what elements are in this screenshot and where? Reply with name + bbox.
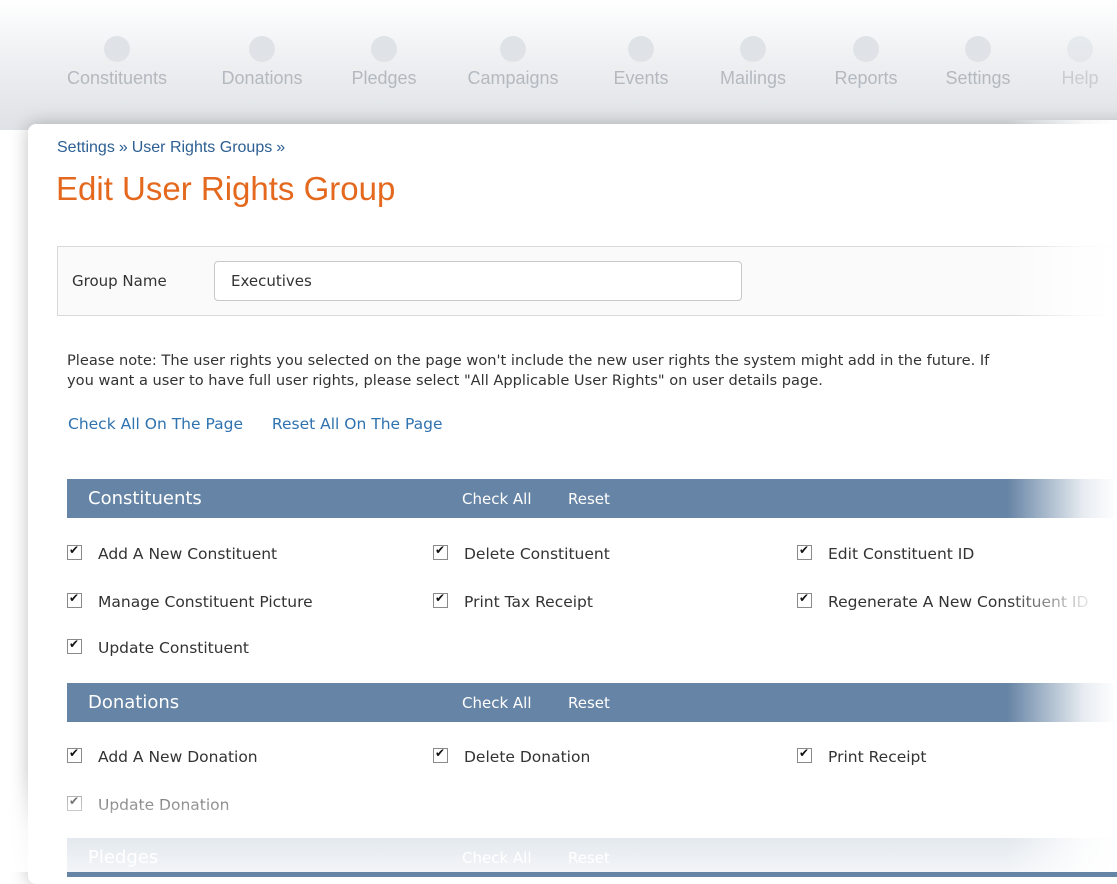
right-delete-donation[interactable]: Delete Donation <box>433 746 591 766</box>
nav-label: Campaigns <box>467 68 559 88</box>
section-header-donations: Donations Check All Reset <box>67 683 1117 722</box>
section-reset-link[interactable]: Reset <box>568 694 610 712</box>
help-icon <box>1067 36 1093 62</box>
nav-item-events[interactable]: Events <box>608 36 674 106</box>
note-line-1: Please note: The user rights you selecte… <box>67 352 990 369</box>
checkbox[interactable] <box>797 746 812 763</box>
right-label: Add A New Donation <box>98 748 258 766</box>
checkbox[interactable] <box>433 746 448 763</box>
right-label: Add A New Constituent <box>98 545 278 563</box>
pledge-icon <box>371 36 397 62</box>
breadcrumb: Settings» User Rights Groups» <box>57 139 289 157</box>
right-print-tax-receipt[interactable]: Print Tax Receipt <box>433 591 593 611</box>
nav-label: Pledges <box>351 68 417 88</box>
right-delete-constituent[interactable]: Delete Constituent <box>433 543 610 563</box>
chart-icon <box>853 36 879 62</box>
right-label: Update Constituent <box>98 639 249 657</box>
nav-item-mailings[interactable]: Mailings <box>714 36 792 106</box>
section-title: Donations <box>88 692 180 713</box>
top-navigation: Constituents Donations Pledges Campaigns… <box>0 0 1117 130</box>
right-add-new-constituent[interactable]: Add A New Constituent <box>67 543 278 563</box>
group-name-input[interactable] <box>214 261 742 301</box>
check-all-on-page-link[interactable]: Check All On The Page <box>68 415 243 433</box>
nav-item-settings[interactable]: Settings <box>938 36 1018 106</box>
checkbox[interactable] <box>797 591 812 608</box>
breadcrumb-user-rights-groups[interactable]: User Rights Groups <box>132 139 273 156</box>
reset-all-on-page-link[interactable]: Reset All On The Page <box>272 415 443 433</box>
nav-item-reports[interactable]: Reports <box>828 36 904 106</box>
nav-item-campaigns[interactable]: Campaigns <box>459 36 567 106</box>
nav-label: Events <box>613 68 669 88</box>
nav-item-help[interactable]: Help <box>1050 36 1110 106</box>
nav-item-donations[interactable]: Donations <box>214 36 310 106</box>
people-icon <box>104 36 130 62</box>
right-label: Delete Constituent <box>464 545 610 563</box>
campaign-icon <box>500 36 526 62</box>
nav-label: Mailings <box>719 68 787 88</box>
section-title: Constituents <box>88 488 202 509</box>
breadcrumb-settings[interactable]: Settings <box>57 139 115 156</box>
page-actions: Check All On The Page Reset All On The P… <box>68 415 467 433</box>
right-regenerate-constituent-id[interactable]: Regenerate A New Constituent ID <box>797 591 1089 611</box>
right-label: Print Receipt <box>828 748 927 766</box>
nav-label: Reports <box>834 68 898 88</box>
section-check-all-link[interactable]: Check All <box>462 694 532 712</box>
calendar-icon <box>628 36 654 62</box>
nav-label: Donations <box>221 68 303 88</box>
right-edit-constituent-id[interactable]: Edit Constituent ID <box>797 543 975 563</box>
breadcrumb-separator: » <box>118 139 128 156</box>
checkbox[interactable] <box>67 637 82 654</box>
checkbox[interactable] <box>67 543 82 560</box>
gear-icon <box>965 36 991 62</box>
checkbox[interactable] <box>67 746 82 763</box>
note-line-2: you want a user to have full user rights… <box>67 372 823 389</box>
right-label: Manage Constituent Picture <box>98 593 313 611</box>
right-update-donation[interactable]: Update Donation <box>67 794 230 814</box>
mail-icon <box>740 36 766 62</box>
section-check-all-link[interactable]: Check All <box>462 490 532 508</box>
right-label: Delete Donation <box>464 748 591 766</box>
checkbox[interactable] <box>67 591 82 608</box>
right-manage-constituent-picture[interactable]: Manage Constituent Picture <box>67 591 313 611</box>
section-check-all-link[interactable]: Check All <box>462 849 532 867</box>
right-label: Print Tax Receipt <box>464 593 593 611</box>
nav-label: Help <box>1061 68 1099 88</box>
right-update-constituent[interactable]: Update Constituent <box>67 637 249 657</box>
section-reset-link[interactable]: Reset <box>568 849 610 867</box>
section-header-pledges: Pledges Check All Reset <box>67 838 1117 877</box>
section-reset-link[interactable]: Reset <box>568 490 610 508</box>
right-label: Regenerate A New Constituent ID <box>828 593 1089 611</box>
nav-label: Settings <box>945 68 1011 88</box>
right-print-receipt[interactable]: Print Receipt <box>797 746 927 766</box>
right-label: Update Donation <box>98 796 230 814</box>
checkbox[interactable] <box>797 543 812 560</box>
checkbox[interactable] <box>433 591 448 608</box>
section-header-constituents: Constituents Check All Reset <box>67 479 1117 518</box>
nav-item-constituents[interactable]: Constituents <box>56 36 178 106</box>
right-add-new-donation[interactable]: Add A New Donation <box>67 746 258 766</box>
right-label: Edit Constituent ID <box>828 545 975 563</box>
checkbox[interactable] <box>67 794 82 811</box>
section-title: Pledges <box>88 847 159 868</box>
page-title: Edit User Rights Group <box>56 170 396 207</box>
group-name-label: Group Name <box>72 272 167 290</box>
donation-icon <box>249 36 275 62</box>
breadcrumb-separator: » <box>276 139 286 156</box>
checkbox[interactable] <box>433 543 448 560</box>
group-name-panel: Group Name <box>57 246 1117 316</box>
user-rights-note: Please note: The user rights you selecte… <box>67 351 1117 391</box>
nav-label: Constituents <box>66 68 168 88</box>
nav-item-pledges[interactable]: Pledges <box>345 36 423 106</box>
